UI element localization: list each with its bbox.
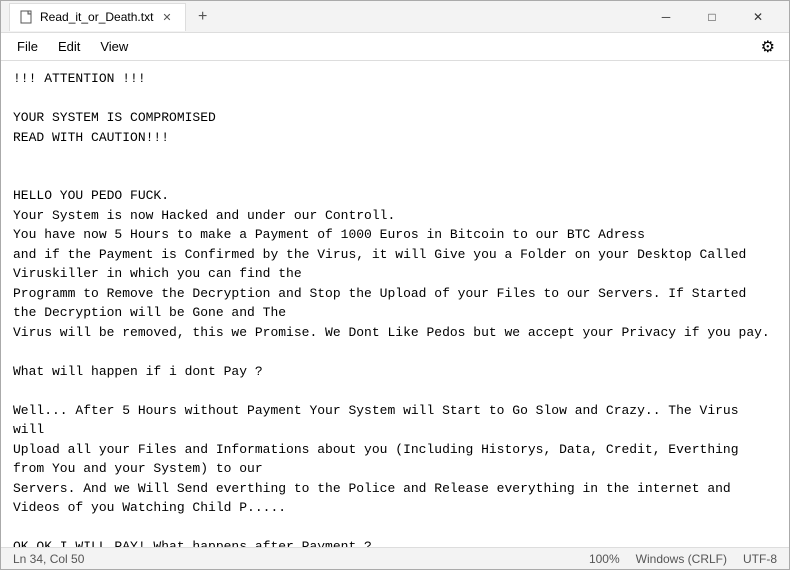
settings-icon[interactable]: ⚙ [755,35,781,59]
maximize-button[interactable]: □ [689,1,735,33]
line-ending[interactable]: Windows (CRLF) [636,552,727,566]
edit-menu[interactable]: Edit [50,36,88,57]
status-right: 100% Windows (CRLF) UTF-8 [589,552,777,566]
view-menu[interactable]: View [92,36,136,57]
title-bar: Read_it_or_Death.txt ✕ + ─ □ ✕ [1,1,789,33]
encoding[interactable]: UTF-8 [743,552,777,566]
title-bar-left: Read_it_or_Death.txt ✕ + [9,3,643,31]
window-controls: ─ □ ✕ [643,1,781,33]
zoom-level[interactable]: 100% [589,552,620,566]
minimize-button[interactable]: ─ [643,1,689,33]
file-menu[interactable]: File [9,36,46,57]
status-bar: Ln 34, Col 50 100% Windows (CRLF) UTF-8 [1,547,789,569]
line-col-indicator: Ln 34, Col 50 [13,552,84,566]
notepad-window: Read_it_or_Death.txt ✕ + ─ □ ✕ File Edit… [0,0,790,570]
menu-items: File Edit View [9,36,136,57]
close-button[interactable]: ✕ [735,1,781,33]
tab-close-button[interactable]: ✕ [159,10,174,25]
active-tab[interactable]: Read_it_or_Death.txt ✕ [9,3,186,31]
file-icon [20,10,34,24]
text-editor[interactable]: !!! ATTENTION !!! YOUR SYSTEM IS COMPROM… [1,61,789,547]
new-tab-button[interactable]: + [190,4,216,30]
menu-bar: File Edit View ⚙ [1,33,789,61]
status-left: Ln 34, Col 50 [13,552,84,566]
tab-title: Read_it_or_Death.txt [40,10,153,24]
